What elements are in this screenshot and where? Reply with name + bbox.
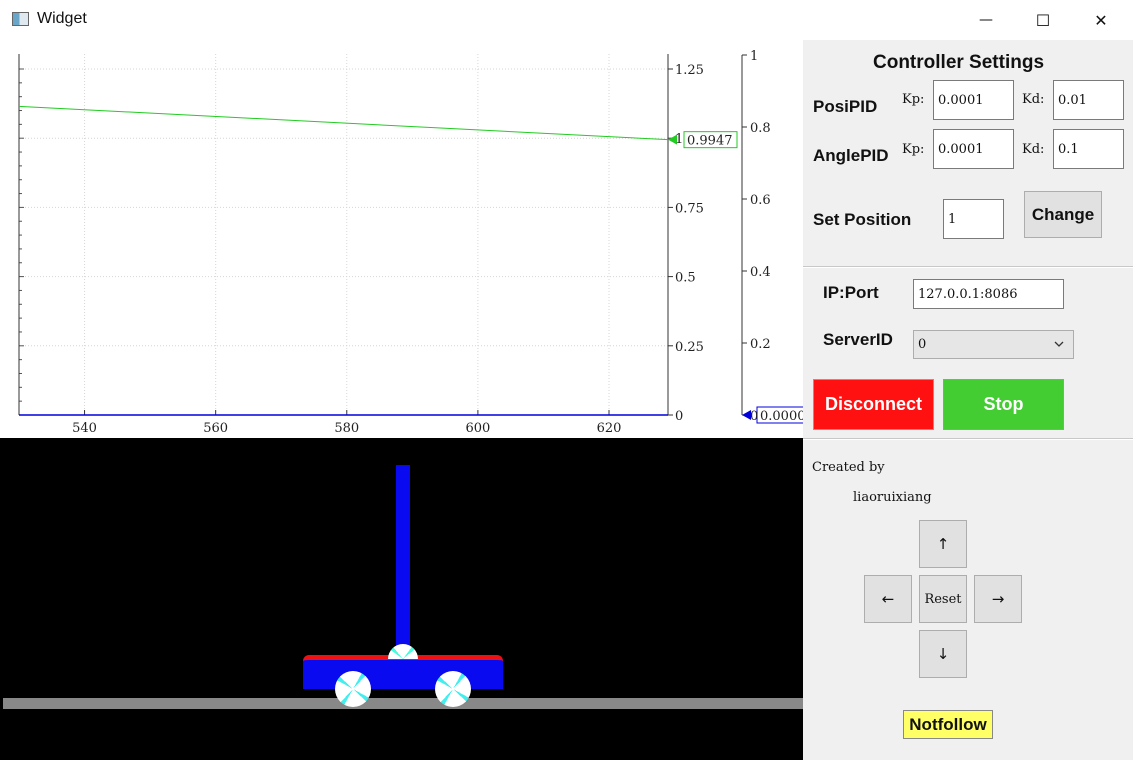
window-title: Widget — [37, 10, 87, 27]
angle-kp-label: Kp: — [902, 142, 925, 157]
posi-kp-input[interactable]: 0.0001 — [933, 80, 1014, 120]
left-y-tick-label: 0.75 — [675, 201, 704, 216]
created-by-label: Created by — [812, 460, 885, 475]
left-y-tick-label: 0.25 — [675, 340, 704, 355]
right-y-tick-label: 0.4 — [750, 265, 771, 280]
posi-kp-label: Kp: — [902, 92, 925, 107]
right-arrow-button[interactable]: → — [974, 575, 1022, 623]
set-position-label: Set Position — [813, 210, 912, 229]
blue-marker-value: 0.0000 — [760, 409, 803, 424]
angle-kd-label: Kd: — [1022, 142, 1045, 157]
left-wheel — [335, 671, 371, 707]
right-y-tick-label: 0.2 — [750, 337, 771, 352]
settings-title: Controller Settings — [873, 52, 1045, 73]
minimize-button[interactable]: — — [963, 6, 1009, 34]
x-tick-label: 600 — [465, 421, 490, 436]
server-id-select[interactable]: 0 — [913, 330, 1074, 359]
app-icon — [12, 12, 29, 26]
right-wheel — [435, 671, 471, 707]
cart-body — [303, 655, 503, 689]
left-y-tick-label: 0 — [675, 409, 683, 424]
right-y-tick-label: 1 — [750, 49, 758, 64]
ground-track — [3, 698, 803, 709]
left-y-tick-label: 1.25 — [675, 63, 704, 78]
author-label: liaoruixiang — [853, 490, 932, 505]
pole — [396, 465, 410, 647]
angle-kp-input[interactable]: 0.0001 — [933, 129, 1014, 169]
close-button[interactable]: ✕ — [1078, 6, 1124, 34]
divider — [803, 438, 1133, 440]
title-bar: Widget — ☐ ✕ — [0, 0, 1133, 40]
x-tick-label: 560 — [203, 421, 228, 436]
x-tick-label: 620 — [597, 421, 622, 436]
left-arrow-button[interactable]: ← — [864, 575, 912, 623]
posi-kd-input[interactable]: 0.01 — [1053, 80, 1124, 120]
maximize-button[interactable]: ☐ — [1020, 6, 1066, 34]
right-panel: Controller Settings PosiPID Kp: 0.0001 K… — [803, 40, 1133, 760]
x-tick-label: 540 — [72, 421, 97, 436]
angle-pid-label: AnglePID — [813, 146, 889, 165]
reset-button[interactable]: Reset — [919, 575, 967, 623]
change-button[interactable]: Change — [1024, 191, 1102, 238]
right-y-tick-label: 0.6 — [750, 193, 771, 208]
set-position-input[interactable]: 1 — [943, 199, 1004, 239]
divider — [803, 266, 1133, 268]
green-marker-value: 0.9947 — [687, 134, 733, 149]
left-y-tick-label: 1 — [675, 132, 683, 147]
disconnect-button[interactable]: Disconnect — [813, 379, 934, 430]
pid-chart: 540 560 580 600 620 1.25 1 0.75 0.5 0.25 0 1 0.8 0.6 0… — [18, 49, 808, 436]
plot-area: 540 560 580 600 620 1.25 1 0.75 0.5 0.25 0 1 0.8 0.6 0… — [0, 40, 808, 438]
x-tick-label: 580 — [334, 421, 359, 436]
posi-kd-label: Kd: — [1022, 92, 1045, 107]
server-id-label: ServerID — [823, 330, 893, 349]
ip-port-input[interactable]: 127.0.0.1:8086 — [913, 279, 1064, 309]
left-y-tick-label: 0.5 — [675, 271, 696, 286]
right-y-tick-label: 0 — [750, 409, 758, 424]
down-arrow-button[interactable]: ↓ — [919, 630, 967, 678]
green-series-line — [18, 105, 669, 141]
up-arrow-button[interactable]: ↑ — [919, 520, 967, 568]
cart-pole-view — [0, 438, 803, 760]
server-id-value: 0 — [918, 337, 927, 352]
stop-button[interactable]: Stop — [943, 379, 1064, 430]
posi-pid-label: PosiPID — [813, 97, 878, 116]
chevron-down-icon — [1053, 338, 1065, 354]
ip-port-label: IP:Port — [823, 283, 879, 302]
angle-kd-input[interactable]: 0.1 — [1053, 129, 1124, 169]
right-y-tick-label: 0.8 — [750, 121, 771, 136]
notfollow-button[interactable]: Notfollow — [903, 710, 993, 739]
